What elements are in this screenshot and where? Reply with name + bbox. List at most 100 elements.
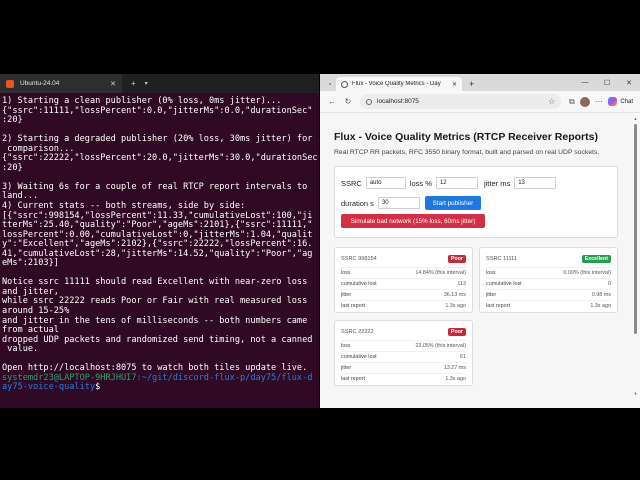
stat-label: jitter bbox=[486, 292, 497, 298]
prompt-path: :~/git/discord-flux-p/day75/flux-d bbox=[136, 372, 313, 383]
stat-label: jitter bbox=[341, 365, 352, 371]
publisher-controls: SSRC auto loss % 12 jitter ms 13 duratio… bbox=[334, 166, 618, 238]
stat-label: cumulative lost bbox=[341, 281, 377, 287]
stat-value: 61 bbox=[460, 354, 466, 360]
controls-row-3: Simulate bad network (15% loss, 60ms jit… bbox=[341, 214, 611, 228]
stat-row: jitter 13.27 ms bbox=[341, 362, 466, 373]
stat-label: last report bbox=[341, 303, 365, 309]
back-icon[interactable]: ← bbox=[324, 97, 340, 106]
stat-row: cumulative lost 61 bbox=[341, 351, 466, 362]
scrollbar-thumb[interactable] bbox=[634, 124, 637, 334]
stat-label: last report bbox=[486, 303, 510, 309]
stat-row: last report 1.3s ago bbox=[341, 300, 466, 311]
collections-icon[interactable]: ⧉ bbox=[565, 97, 578, 107]
chevron-down-icon[interactable]: ▾ bbox=[145, 80, 148, 87]
window-controls: — ☐ ✕ bbox=[574, 74, 640, 91]
terminal-line: {"ssrc":11111,"lossPercent":0.0,"jitterM… bbox=[2, 105, 313, 116]
ssrc-label: SSRC bbox=[341, 178, 362, 188]
tile-title: SSRC 11111 bbox=[486, 256, 517, 262]
more-icon[interactable]: ⋯ bbox=[592, 97, 605, 106]
terminal-tab-bar: Ubuntu-24.04 ✕ + ▾ bbox=[0, 74, 319, 93]
url-text: localhost:8075 bbox=[377, 98, 419, 105]
stat-value: 1.3s ago bbox=[590, 303, 611, 309]
stat-label: loss bbox=[341, 343, 351, 349]
avatar[interactable] bbox=[580, 96, 591, 107]
tile-title: SSRC 22222 bbox=[341, 329, 374, 335]
jitter-input[interactable]: 13 bbox=[514, 177, 557, 189]
stat-label: jitter bbox=[341, 292, 352, 298]
ssrc-tile: SSRC 11111 Excellent loss 0.00% (this int… bbox=[479, 247, 618, 313]
stat-row: cumulative lost 113 bbox=[341, 278, 466, 289]
refresh-icon[interactable]: ↻ bbox=[340, 97, 356, 106]
stat-label: last report bbox=[341, 376, 365, 382]
stat-value: 0 bbox=[608, 281, 611, 287]
star-icon[interactable]: ☆ bbox=[548, 97, 555, 106]
tab-actions-icon[interactable]: ▫ bbox=[324, 77, 336, 91]
scroll-up-icon[interactable]: ▲ bbox=[633, 116, 638, 121]
prompt-symbol: $ bbox=[95, 382, 101, 393]
browser-window: ▫ Flux - Voice Quality Metrics - Day ✕ +… bbox=[320, 74, 640, 408]
stat-row: loss 0.00% (this interval) bbox=[486, 267, 611, 278]
terminal-tab[interactable]: Ubuntu-24.04 ✕ bbox=[0, 74, 122, 93]
terminal-line: :20} bbox=[2, 115, 23, 126]
terminal-line: value. bbox=[2, 344, 39, 355]
close-icon[interactable]: ✕ bbox=[452, 81, 457, 88]
stat-value: 1.3s ago bbox=[445, 303, 466, 309]
stat-value: 13.27 ms bbox=[443, 365, 466, 371]
ssrc-tile: SSRC 22222 Poor loss 23.05% (this interva… bbox=[334, 320, 473, 386]
terminal-line: 3) Waiting 6s for a couple of real RTCP … bbox=[2, 181, 308, 192]
copilot-icon[interactable] bbox=[608, 97, 618, 106]
new-tab-icon[interactable]: + bbox=[469, 77, 474, 91]
quality-badge: Poor bbox=[447, 328, 466, 336]
stat-row: last report 1.3s ago bbox=[486, 300, 611, 311]
browser-tab-bar: ▫ Flux - Voice Quality Metrics - Day ✕ +… bbox=[320, 74, 640, 91]
maximize-icon[interactable]: ☐ bbox=[596, 79, 618, 87]
new-tab-icon[interactable]: + bbox=[131, 79, 136, 88]
scroll-down-icon[interactable]: ▼ bbox=[633, 391, 638, 396]
page-subtitle: Real RTCP RR packets, RFC 3550 binary fo… bbox=[334, 149, 600, 156]
address-bar[interactable]: localhost:8075 ☆ bbox=[360, 94, 562, 109]
stat-value: 113 bbox=[457, 281, 466, 287]
chat-button[interactable]: Chat bbox=[620, 99, 633, 105]
stat-label: cumulative lost bbox=[486, 281, 522, 287]
prompt-user: systemdr23@LAPTOP-9HRJHUI7 bbox=[2, 372, 137, 383]
ssrc-input[interactable]: auto bbox=[365, 177, 406, 189]
loss-input[interactable]: 12 bbox=[435, 177, 478, 189]
start-publisher-button[interactable]: Start publisher bbox=[424, 196, 481, 210]
globe-icon bbox=[341, 80, 348, 88]
terminal-line: :20} bbox=[2, 162, 23, 173]
terminal-line: {"ssrc":22222,"lossPercent":20.0,"jitter… bbox=[2, 153, 319, 164]
stat-value: 14.84% (this interval) bbox=[415, 270, 466, 276]
duration-input[interactable]: 30 bbox=[377, 197, 420, 209]
ssrc-tile: SSRC 998154 Poor loss 14.84% (this interv… bbox=[334, 247, 473, 313]
stat-label: cumulative lost bbox=[341, 354, 377, 360]
page-title: Flux - Voice Quality Metrics (RTCP Recei… bbox=[334, 131, 598, 143]
stat-value: 0.98 ms bbox=[591, 292, 611, 298]
browser-tab[interactable]: Flux - Voice Quality Metrics - Day ✕ bbox=[336, 77, 462, 91]
terminal-output[interactable]: 1) Starting a clean publisher (0% loss, … bbox=[0, 93, 319, 393]
quality-badge: Poor bbox=[447, 255, 466, 263]
page-content: Flux - Voice Quality Metrics (RTCP Recei… bbox=[320, 113, 632, 408]
stat-label: loss bbox=[341, 270, 351, 276]
controls-row-2: duration s 30 Start publisher bbox=[341, 196, 611, 210]
duration-label: duration s bbox=[341, 198, 374, 208]
page-scrollbar[interactable]: ▲ ▼ bbox=[633, 116, 638, 396]
simulate-bad-network-button[interactable]: Simulate bad network (15% loss, 60ms jit… bbox=[341, 214, 485, 228]
terminal-window: Ubuntu-24.04 ✕ + ▾ 1) Starting a clean p… bbox=[0, 74, 319, 408]
ssrc-tiles: SSRC 998154 Poor loss 14.84% (this interv… bbox=[334, 247, 618, 387]
stat-row: cumulative lost 0 bbox=[486, 278, 611, 289]
terminal-tab-title: Ubuntu-24.04 bbox=[20, 80, 60, 87]
browser-toolbar: ← ↻ localhost:8075 ☆ ⧉ ⋯ Chat bbox=[320, 91, 640, 113]
close-window-icon[interactable]: ✕ bbox=[618, 79, 640, 87]
stat-row: last report 1.3s ago bbox=[341, 373, 466, 384]
stat-row: loss 23.05% (this interval) bbox=[341, 340, 466, 351]
info-icon[interactable] bbox=[366, 98, 372, 105]
minimize-icon[interactable]: — bbox=[574, 79, 596, 86]
stat-value: 0.00% (this interval) bbox=[563, 270, 611, 276]
close-icon[interactable]: ✕ bbox=[110, 80, 116, 88]
quality-badge: Excellent bbox=[581, 255, 611, 263]
stat-value: 36.13 ms bbox=[443, 292, 466, 298]
stat-row: jitter 36.13 ms bbox=[341, 289, 466, 300]
browser-tab-title: Flux - Voice Quality Metrics - Day bbox=[352, 81, 441, 87]
controls-row-1: SSRC auto loss % 12 jitter ms 13 bbox=[341, 176, 611, 190]
